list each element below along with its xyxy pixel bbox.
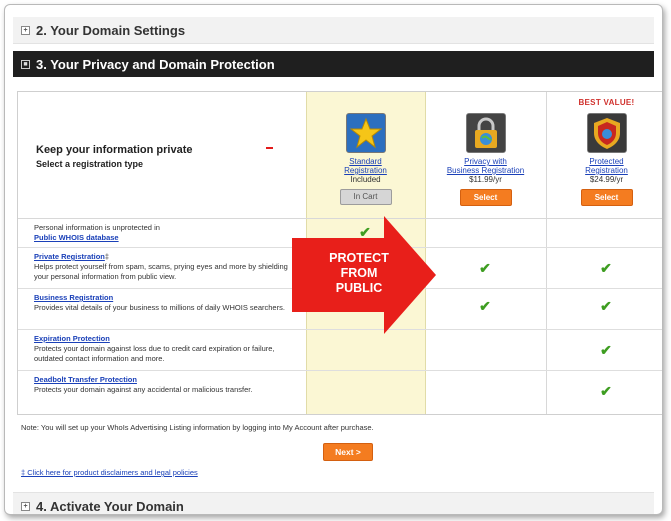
feature-text: Deadbolt Transfer Protection Protects yo… — [34, 375, 302, 395]
package-standard: Standard Registration Included In Cart — [305, 98, 426, 205]
select-protected-button[interactable]: Select — [580, 189, 633, 206]
expand-icon[interactable]: + — [21, 501, 30, 511]
checkmark-icon: ✔ — [479, 260, 491, 276]
shield-icon — [586, 113, 627, 153]
package-price: $24.99/yr — [589, 175, 624, 184]
collapse-icon[interactable]: ■ — [21, 59, 30, 69]
feature-pretext: Personal information is unprotected in — [34, 223, 160, 232]
disclaimer-link[interactable]: ‡ Click here for product disclaimers and… — [21, 468, 198, 477]
select-business-button[interactable]: Select — [459, 189, 512, 206]
package-badge — [305, 98, 426, 110]
feature-description: Protects your domain against any acciden… — [34, 385, 253, 394]
checkmark-icon: ✔ — [600, 383, 612, 399]
feature-link[interactable]: Public WHOIS database — [34, 233, 119, 242]
best-value-badge: BEST VALUE! — [578, 98, 635, 107]
feature-link[interactable]: Business Registration — [34, 293, 113, 302]
intro-heading: Keep your information private — [36, 144, 193, 156]
package-name[interactable]: Standard Registration — [305, 157, 426, 175]
in-cart-button[interactable]: In Cart — [339, 189, 392, 205]
feature-text: Business Registration Provides vital det… — [34, 293, 302, 313]
package-price: Included — [350, 175, 381, 184]
feature-link[interactable]: Expiration Protection — [34, 334, 110, 343]
checkmark-icon: ✔ — [600, 260, 612, 276]
callout-text: PROTECT FROM PUBLIC — [329, 251, 389, 295]
section-title: 2. Your Domain Settings — [36, 22, 186, 38]
checkmark-icon: ✔ — [479, 298, 491, 314]
expand-icon[interactable]: + — [21, 25, 30, 35]
package-name[interactable]: Protected Registration — [546, 157, 662, 175]
required-marker — [266, 147, 273, 149]
section-title: 3. Your Privacy and Domain Protection — [36, 56, 275, 72]
section-activate-domain[interactable]: + 4. Activate Your Domain — [13, 492, 654, 514]
footnote-mark: ‡ — [104, 252, 110, 261]
section-privacy-protection[interactable]: ■ 3. Your Privacy and Domain Protection — [13, 51, 654, 77]
package-badge — [425, 98, 546, 110]
feature-link[interactable]: Deadbolt Transfer Protection — [34, 375, 137, 384]
checkmark-icon: ✔ — [600, 298, 612, 314]
feature-link[interactable]: Private Registration — [34, 252, 105, 261]
feature-description: Provides vital details of your business … — [34, 303, 285, 312]
padlock-globe-icon — [465, 113, 506, 153]
section-domain-settings[interactable]: + 2. Your Domain Settings — [13, 17, 654, 44]
package-protected: BEST VALUE! Protected Registration $24.99… — [546, 98, 662, 206]
page-frame: + 2. Your Domain Settings ■ 3. Your Priv… — [4, 4, 663, 515]
star-icon — [345, 113, 386, 153]
feature-row: Deadbolt Transfer Protection Protects yo… — [18, 371, 662, 413]
package-name[interactable]: Privacy with Business Registration — [425, 157, 546, 175]
header-row: Keep your information private Select a r… — [18, 92, 662, 219]
feature-description: Protects your domain against loss due to… — [34, 344, 275, 363]
next-button[interactable]: Next > — [323, 443, 373, 461]
checkmark-icon: ✔ — [600, 342, 612, 358]
feature-text: Private Registration‡ Helps protect your… — [34, 252, 302, 282]
feature-text: Expiration Protection Protects your doma… — [34, 334, 302, 364]
section-title: 4. Activate Your Domain — [36, 498, 184, 514]
feature-row: Expiration Protection Protects your doma… — [18, 330, 662, 371]
feature-text: Personal information is unprotected in P… — [34, 223, 302, 243]
package-business: Privacy with Business Registration $11.99… — [425, 98, 546, 206]
package-price: $11.99/yr — [469, 175, 502, 184]
note-text: Note: You will set up your WhoIs Adverti… — [21, 423, 374, 432]
intro-subheading: Select a registration type — [36, 159, 144, 169]
feature-description: Helps protect yourself from spam, scams,… — [34, 262, 288, 281]
